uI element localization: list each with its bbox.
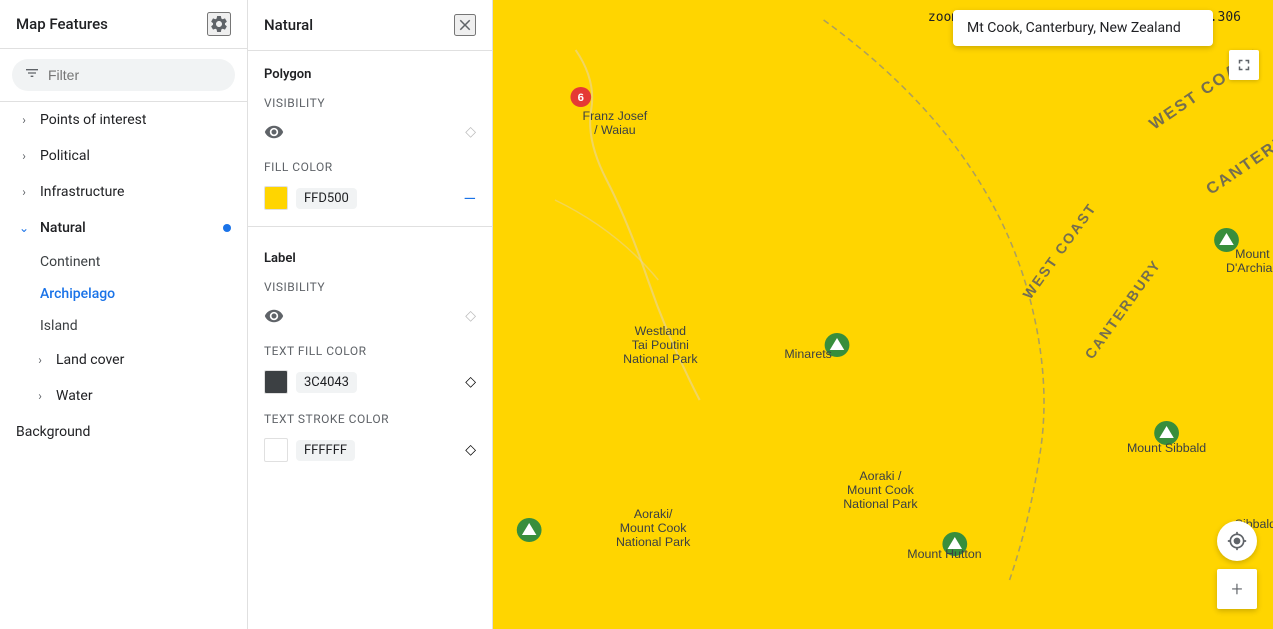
text-stroke-color-code[interactable]: FFFFFF bbox=[296, 440, 355, 461]
svg-text:Minarets: Minarets bbox=[784, 347, 831, 361]
diamond-icon-visibility-label[interactable]: ◇ bbox=[465, 308, 476, 324]
visibility-row-label: ◇ bbox=[248, 298, 492, 334]
chevron-right-icon: › bbox=[16, 113, 32, 127]
map-overlay: 6 WEST COAST CANTERBURY WEST COAST bbox=[493, 0, 1273, 629]
eye-icon-label[interactable] bbox=[264, 306, 284, 326]
filter-icon bbox=[24, 65, 40, 85]
svg-text:Mount Cook: Mount Cook bbox=[620, 521, 688, 535]
middle-header: Natural bbox=[248, 0, 492, 51]
zoom-in-button[interactable]: + bbox=[1217, 569, 1257, 609]
svg-text:Tai Poutini: Tai Poutini bbox=[632, 338, 689, 352]
sidebar-item-label: Natural bbox=[40, 220, 86, 236]
svg-text:Westland: Westland bbox=[635, 324, 686, 338]
text-fill-color-row: 3C4043 ◇ bbox=[248, 362, 492, 402]
chevron-right-icon: › bbox=[32, 389, 48, 403]
sidebar-item-label: Political bbox=[40, 148, 90, 164]
svg-text:Mount: Mount bbox=[1235, 247, 1270, 261]
chevron-down-icon: ⌄ bbox=[16, 221, 32, 235]
diamond-icon-visibility-polygon[interactable]: ◇ bbox=[465, 124, 476, 140]
svg-text:Mount Hutton: Mount Hutton bbox=[907, 547, 981, 561]
filter-bar bbox=[0, 49, 247, 102]
fill-color-row: FFD500 — bbox=[248, 178, 492, 218]
middle-panel: Natural Polygon Visibility ◇ Fill color … bbox=[248, 0, 493, 629]
active-dot bbox=[223, 224, 231, 232]
gear-button[interactable] bbox=[207, 12, 231, 36]
fill-color-code[interactable]: FFD500 bbox=[296, 188, 357, 209]
map-area[interactable]: zoom: 11 lat: -43.503 lng: 170.306 Mt Co… bbox=[493, 0, 1273, 629]
fill-color-swatch[interactable] bbox=[264, 186, 288, 210]
sidebar-item-points-of-interest[interactable]: › Points of interest bbox=[0, 102, 247, 138]
svg-text:WEST COAST: WEST COAST bbox=[1020, 200, 1100, 302]
location-button[interactable] bbox=[1217, 521, 1257, 561]
sidebar-item-label: Points of interest bbox=[40, 112, 146, 128]
svg-text:D'Archiac: D'Archiac bbox=[1226, 261, 1273, 275]
sidebar-item-infrastructure[interactable]: › Infrastructure bbox=[0, 174, 247, 210]
sidebar-item-label: Water bbox=[56, 388, 93, 404]
left-panel: Map Features › Points of interest › Poli… bbox=[0, 0, 248, 629]
sidebar-subitem-island[interactable]: Island bbox=[0, 310, 247, 342]
sub-item-label: Island bbox=[40, 318, 78, 334]
sub-item-label: Archipelago bbox=[40, 286, 115, 302]
visibility-label-label: Visibility bbox=[248, 270, 492, 298]
sidebar-item-water[interactable]: › Water bbox=[0, 378, 247, 414]
sub-item-label: Continent bbox=[40, 254, 100, 270]
svg-text:CANTERBURY: CANTERBURY bbox=[1203, 108, 1273, 198]
svg-text:National Park: National Park bbox=[623, 352, 698, 366]
left-header: Map Features bbox=[0, 0, 247, 49]
map-controls: + bbox=[1217, 521, 1257, 609]
sidebar-item-land-cover[interactable]: › Land cover bbox=[0, 342, 247, 378]
sidebar-item-natural[interactable]: ⌄ Natural bbox=[0, 210, 247, 246]
sidebar-item-political[interactable]: › Political bbox=[0, 138, 247, 174]
filter-input-wrap bbox=[12, 59, 235, 91]
eye-icon-polygon[interactable] bbox=[264, 122, 284, 142]
fill-color-label: Fill color bbox=[248, 150, 492, 178]
sidebar-item-background[interactable]: Background bbox=[0, 414, 247, 450]
sidebar-item-label: Infrastructure bbox=[40, 184, 124, 200]
polygon-section-label: Polygon bbox=[248, 51, 492, 86]
map-features-title: Map Features bbox=[16, 15, 108, 33]
chevron-right-icon: › bbox=[16, 185, 32, 199]
divider bbox=[248, 226, 492, 227]
filter-input[interactable] bbox=[48, 67, 223, 83]
sidebar-subitem-continent[interactable]: Continent bbox=[0, 246, 247, 278]
svg-text:Mount Sibbald: Mount Sibbald bbox=[1127, 441, 1206, 455]
svg-text:/ Waiau: / Waiau bbox=[594, 123, 636, 137]
search-box[interactable]: Mt Cook, Canterbury, New Zealand bbox=[953, 10, 1213, 46]
text-fill-color-code[interactable]: 3C4043 bbox=[296, 372, 357, 393]
svg-text:Franz Josef: Franz Josef bbox=[583, 109, 648, 123]
text-stroke-color-row: FFFFFF ◇ bbox=[248, 430, 492, 470]
text-fill-color-label: Text fill color bbox=[248, 334, 492, 362]
svg-text:Aoraki/: Aoraki/ bbox=[634, 507, 673, 521]
svg-text:National Park: National Park bbox=[616, 535, 691, 549]
text-fill-color-swatch[interactable] bbox=[264, 370, 288, 394]
svg-text:Aoraki /: Aoraki / bbox=[859, 469, 902, 483]
sidebar-item-label: Land cover bbox=[56, 352, 124, 368]
svg-text:6: 6 bbox=[578, 92, 584, 104]
svg-text:National Park: National Park bbox=[843, 497, 918, 511]
expand-button[interactable] bbox=[1229, 50, 1259, 80]
diamond-icon-text-stroke[interactable]: ◇ bbox=[465, 442, 476, 458]
chevron-right-icon: › bbox=[16, 149, 32, 163]
visibility-row-polygon: ◇ bbox=[248, 114, 492, 150]
svg-text:Mount Cook: Mount Cook bbox=[847, 483, 915, 497]
chevron-right-icon: › bbox=[32, 353, 48, 367]
minus-icon[interactable]: — bbox=[464, 189, 477, 208]
sidebar-subitem-archipelago[interactable]: Archipelago bbox=[0, 278, 247, 310]
visibility-label-polygon: Visibility bbox=[248, 86, 492, 114]
svg-text:CANTERBURY: CANTERBURY bbox=[1082, 257, 1165, 362]
panel-title: Natural bbox=[264, 16, 313, 34]
label-section-label: Label bbox=[248, 235, 492, 270]
diamond-icon-text-fill[interactable]: ◇ bbox=[465, 374, 476, 390]
close-button[interactable] bbox=[454, 14, 476, 36]
sidebar-item-label: Background bbox=[16, 424, 90, 440]
text-stroke-color-swatch[interactable] bbox=[264, 438, 288, 462]
text-stroke-color-label: Text stroke color bbox=[248, 402, 492, 430]
